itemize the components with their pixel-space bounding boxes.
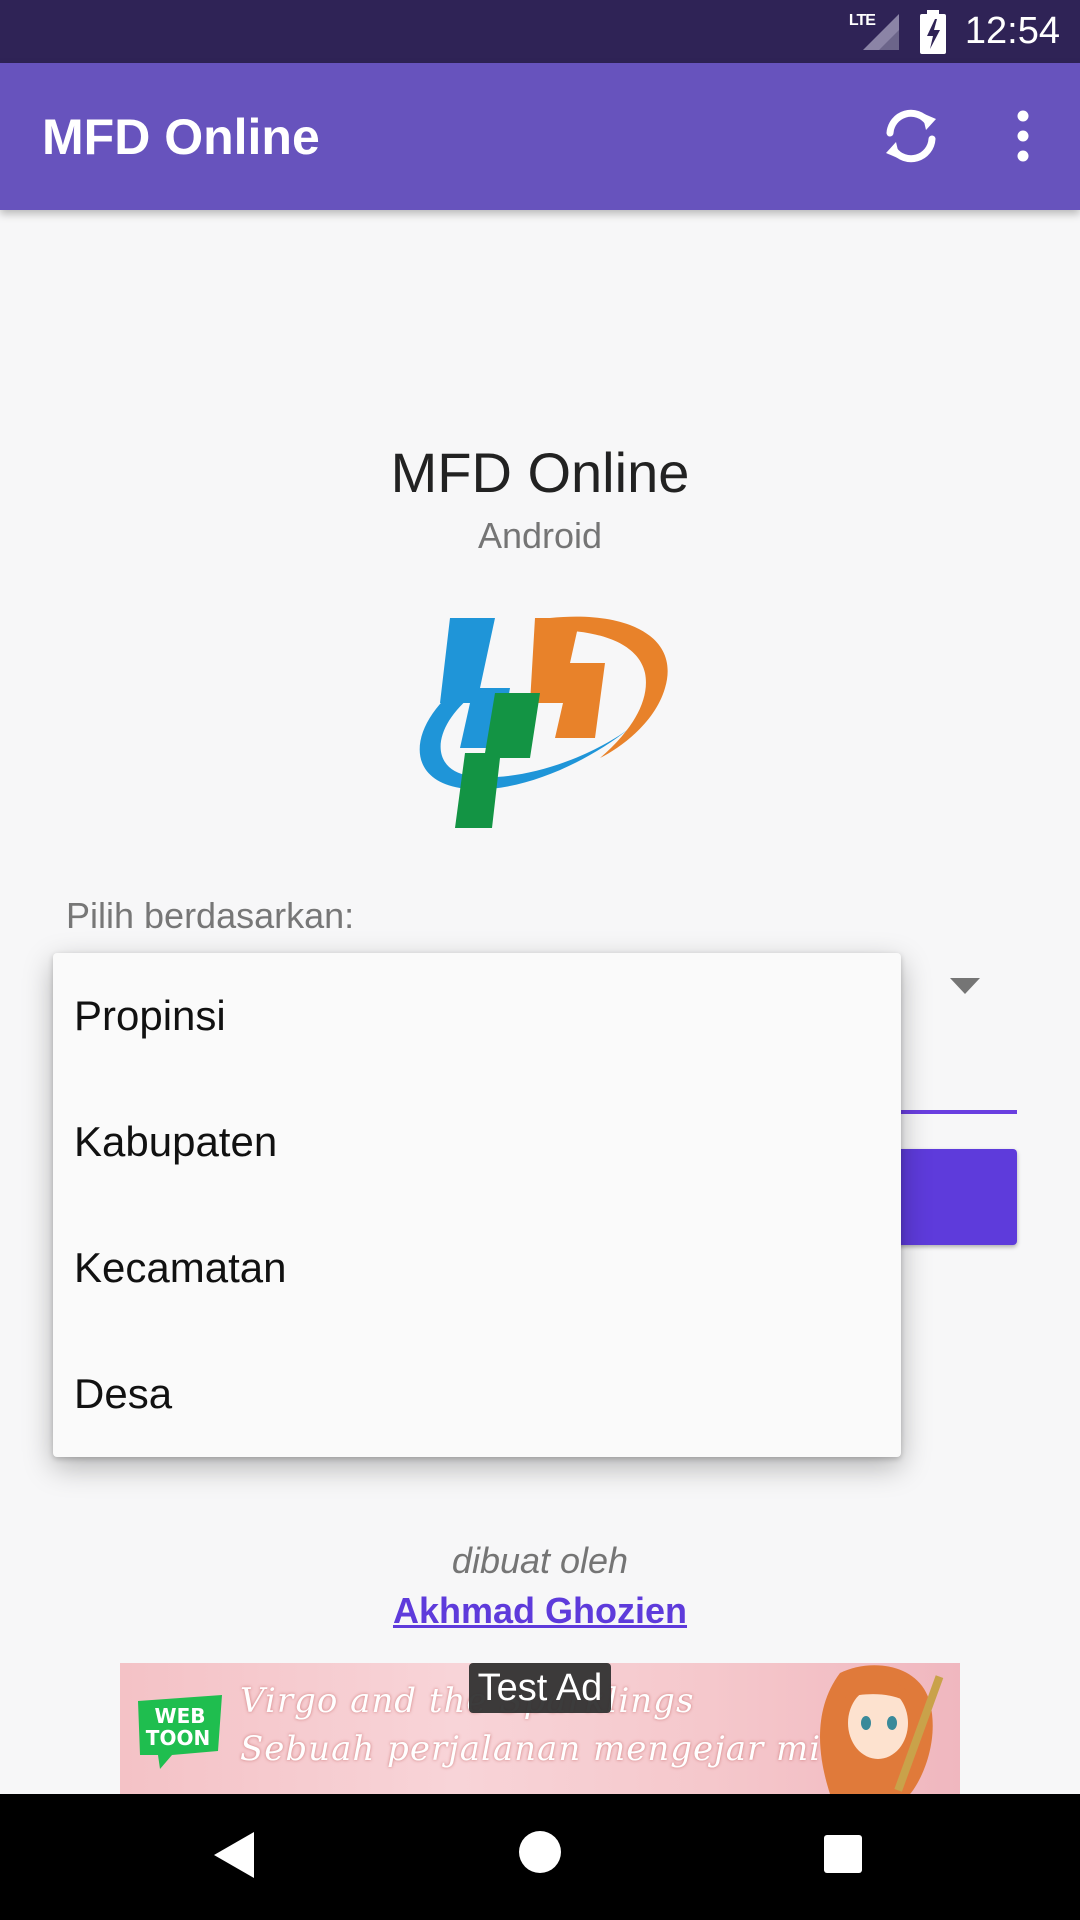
bps-logo bbox=[419, 616, 668, 828]
dropdown-menu: Propinsi Kabupaten Kecamatan Desa bbox=[53, 953, 901, 1457]
content-title: MFD Online bbox=[390, 441, 690, 504]
sync-icon bbox=[886, 109, 936, 163]
system-nav-bar bbox=[0, 1794, 1080, 1920]
app-bar: MFD Online bbox=[0, 63, 1080, 210]
dropdown-option-kecamatan[interactable]: Kecamatan bbox=[53, 1205, 901, 1331]
status-bar: LTE 12:54 bbox=[0, 0, 1080, 63]
dropdown-arrow-icon[interactable] bbox=[950, 978, 980, 994]
dropdown-option-propinsi[interactable]: Propinsi bbox=[53, 953, 901, 1079]
dropdown-option-kabupaten[interactable]: Kabupaten bbox=[53, 1079, 901, 1205]
ad-line-2: Sebuah perjalanan mengejar mimpi bbox=[240, 1729, 890, 1769]
overflow-menu-button[interactable] bbox=[990, 103, 1056, 169]
webtoon-logo: WEB TOON bbox=[138, 1695, 222, 1769]
sync-button[interactable] bbox=[878, 103, 944, 169]
app-title: MFD Online bbox=[42, 108, 320, 165]
webtoon-logo-line1: WEB bbox=[155, 1704, 206, 1728]
select-label: Pilih berdasarkan: bbox=[66, 895, 355, 936]
more-vert-icon bbox=[1017, 110, 1029, 162]
back-icon[interactable] bbox=[210, 1830, 256, 1880]
status-time: 12:54 bbox=[964, 10, 1060, 52]
dropdown-option-desa[interactable]: Desa bbox=[53, 1331, 901, 1457]
author-link[interactable]: Akhmad Ghozien bbox=[0, 1590, 1080, 1632]
webtoon-logo-line2: TOON bbox=[146, 1726, 210, 1750]
home-icon[interactable] bbox=[518, 1830, 562, 1874]
recent-apps-icon[interactable] bbox=[823, 1834, 863, 1874]
content-subtitle: Android bbox=[477, 515, 603, 556]
credit-label: dibuat oleh bbox=[451, 1540, 629, 1581]
signal-lte-icon: LTE bbox=[849, 12, 901, 52]
network-type-label: LTE bbox=[848, 11, 876, 29]
test-ad-badge: Test Ad bbox=[469, 1663, 611, 1713]
status-icons: LTE 12:54 bbox=[849, 0, 1060, 63]
battery-charging-icon bbox=[919, 9, 947, 54]
ad-character-illustration bbox=[820, 1665, 944, 1794]
